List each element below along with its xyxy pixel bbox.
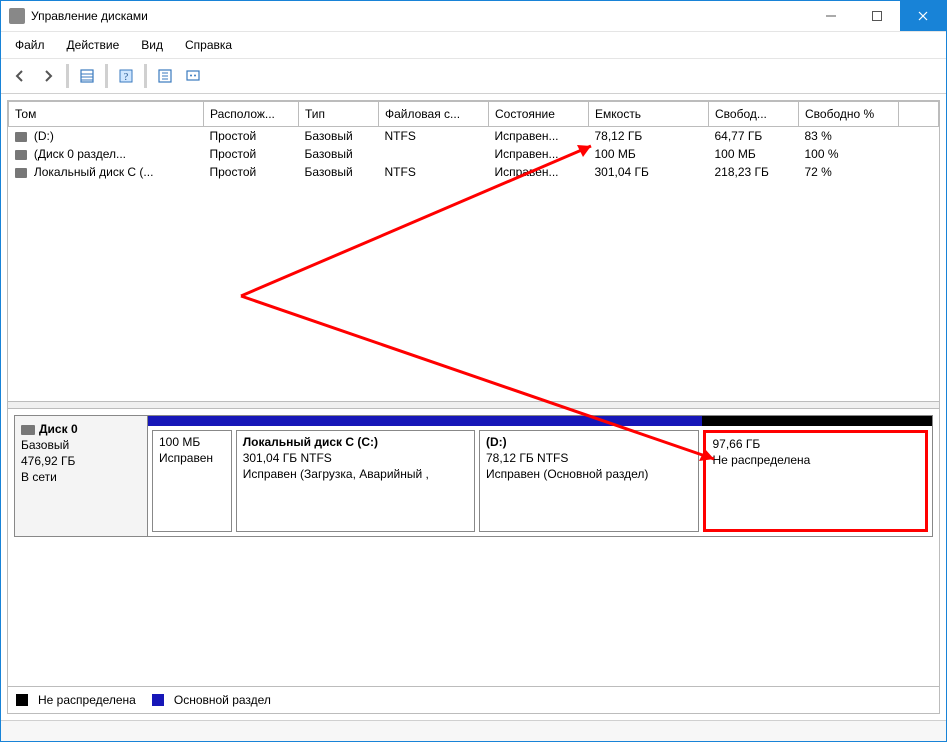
partition-status: Не распределена [712, 453, 919, 467]
partition-box[interactable]: (D:) 78,12 ГБ NTFS Исправен (Основной разд… [479, 430, 700, 532]
vol-free-pct: 100 % [799, 145, 899, 163]
toolbar-separator [144, 64, 147, 88]
disk-size: 476,92 ГБ [21, 454, 141, 468]
legend-unallocated: Не распределена [38, 693, 136, 707]
partition-stripe [702, 416, 932, 426]
col-capacity[interactable]: Емкость [589, 102, 709, 127]
vol-type: Базовый [299, 163, 379, 181]
settings-button[interactable] [180, 64, 206, 88]
vol-layout: Простой [204, 145, 299, 163]
col-status[interactable]: Состояние [489, 102, 589, 127]
menu-file[interactable]: Файл [5, 36, 55, 54]
col-free[interactable]: Свобод... [709, 102, 799, 127]
graphical-view[interactable]: Диск 0 Базовый 476,92 ГБ В сети 100 МБ Ис… [8, 409, 939, 686]
minimize-button[interactable] [808, 1, 854, 31]
statusbar [1, 720, 946, 741]
partition-title: Локальный диск C (C:) [243, 435, 468, 449]
vol-fs [379, 145, 489, 163]
vol-free-pct: 72 % [799, 163, 899, 181]
vol-layout: Простой [204, 163, 299, 181]
vol-capacity: 301,04 ГБ [589, 163, 709, 181]
content-pane: Том Располож... Тип Файловая с... Состоя… [7, 100, 940, 714]
partition-status: Исправен [159, 451, 225, 465]
partition-box[interactable]: 97,66 ГБ Не распределена [703, 430, 928, 532]
partition-title: (D:) [486, 435, 693, 449]
properties-button[interactable] [74, 64, 100, 88]
vol-free: 64,77 ГБ [709, 127, 799, 146]
drive-icon [15, 132, 27, 142]
partition-status: Исправен (Загрузка, Аварийный , [243, 467, 468, 481]
col-spacer [899, 102, 939, 127]
partitions: 100 МБ Исправен Локальный диск C (C:) 301,0… [148, 416, 932, 536]
legend-primary: Основной раздел [174, 693, 271, 707]
vol-type: Базовый [299, 127, 379, 146]
menubar: Файл Действие Вид Справка [1, 32, 946, 59]
partition-size: 301,04 ГБ NTFS [243, 451, 468, 465]
window-title: Управление дисками [31, 9, 808, 23]
disk-state: В сети [21, 470, 141, 484]
volume-list[interactable]: Том Располож... Тип Файловая с... Состоя… [8, 101, 939, 401]
volume-row[interactable]: (Диск 0 раздел... ПростойБазовый Исправен.… [9, 145, 939, 163]
column-headers[interactable]: Том Располож... Тип Файловая с... Состоя… [9, 102, 939, 127]
legend-swatch-unallocated [16, 694, 28, 706]
vol-capacity: 78,12 ГБ [589, 127, 709, 146]
menu-view[interactable]: Вид [131, 36, 173, 54]
col-type[interactable]: Тип [299, 102, 379, 127]
partition-box[interactable]: 100 МБ Исправен [152, 430, 232, 532]
vol-status: Исправен... [489, 163, 589, 181]
disk-icon [21, 425, 35, 435]
titlebar: Управление дисками [1, 1, 946, 32]
vol-layout: Простой [204, 127, 299, 146]
col-layout[interactable]: Располож... [204, 102, 299, 127]
drive-icon [15, 150, 27, 160]
app-icon [9, 8, 25, 24]
svg-text:?: ? [124, 72, 129, 83]
vol-fs: NTFS [379, 163, 489, 181]
splitter[interactable] [8, 401, 939, 409]
forward-button[interactable] [35, 64, 61, 88]
vol-type: Базовый [299, 145, 379, 163]
back-button[interactable] [7, 64, 33, 88]
partition-box[interactable]: Локальный диск C (C:) 301,04 ГБ NTFS Испра… [236, 430, 475, 532]
menu-help[interactable]: Справка [175, 36, 242, 54]
drive-icon [15, 168, 27, 178]
vol-free-pct: 83 % [799, 127, 899, 146]
col-volume[interactable]: Том [9, 102, 204, 127]
legend: Не распределена Основной раздел [8, 686, 939, 713]
partition-stripe [221, 416, 472, 426]
vol-status: Исправен... [489, 145, 589, 163]
vol-capacity: 100 МБ [589, 145, 709, 163]
vol-name: (Диск 0 раздел... [31, 147, 126, 161]
vol-fs: NTFS [379, 127, 489, 146]
partition-size: 78,12 ГБ NTFS [486, 451, 693, 465]
help-button[interactable]: ? [113, 64, 139, 88]
window-controls [808, 1, 946, 31]
disk-type: Базовый [21, 438, 141, 452]
vol-free: 100 МБ [709, 145, 799, 163]
toolbar-separator [105, 64, 108, 88]
partition-size: 100 МБ [159, 435, 225, 449]
disk-name: Диск 0 [39, 422, 78, 436]
vol-free: 218,23 ГБ [709, 163, 799, 181]
legend-swatch-primary [152, 694, 164, 706]
col-fs[interactable]: Файловая с... [379, 102, 489, 127]
menu-action[interactable]: Действие [57, 36, 130, 54]
partition-size: 97,66 ГБ [712, 437, 919, 451]
vol-name: Локальный диск C (... [31, 165, 154, 179]
partition-stripe [148, 416, 221, 426]
vol-status: Исправен... [489, 127, 589, 146]
volume-row[interactable]: (D:) ПростойБазовыйNTFSИсправен...78,12 Г… [9, 127, 939, 146]
toolbar: ? [1, 59, 946, 94]
partition-stripe [472, 416, 702, 426]
toolbar-separator [66, 64, 69, 88]
disk-row[interactable]: Диск 0 Базовый 476,92 ГБ В сети 100 МБ Ис… [14, 415, 933, 537]
maximize-button[interactable] [854, 1, 900, 31]
disk-info: Диск 0 Базовый 476,92 ГБ В сети [15, 416, 148, 536]
refresh-button[interactable] [152, 64, 178, 88]
col-free-pct[interactable]: Свободно % [799, 102, 899, 127]
vol-name: (D:) [31, 129, 54, 143]
volume-row[interactable]: Локальный диск C (... ПростойБазовыйNTFSИ… [9, 163, 939, 181]
partition-status: Исправен (Основной раздел) [486, 467, 693, 481]
close-button[interactable] [900, 1, 946, 31]
